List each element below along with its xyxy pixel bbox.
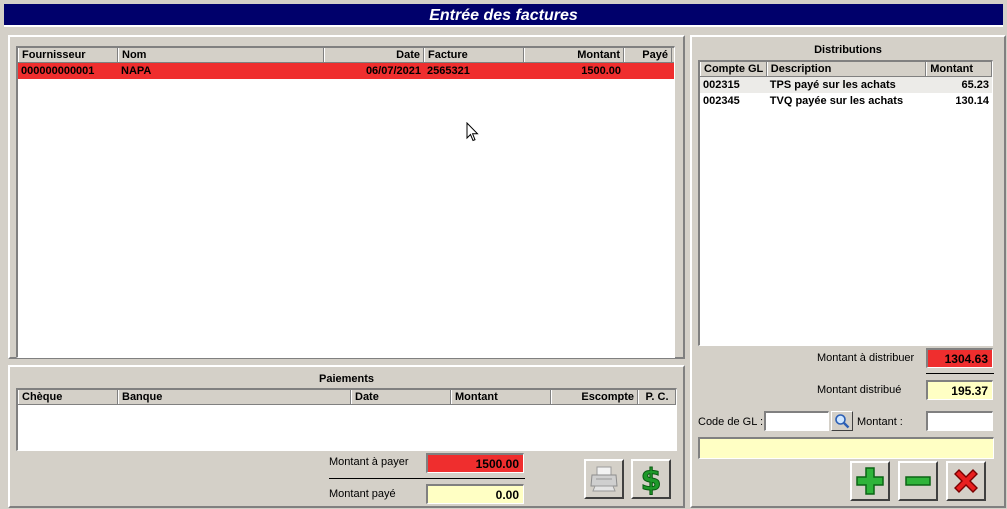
payments-divider [329,478,525,479]
col-cheque[interactable]: Chèque [18,390,118,404]
add-button[interactable] [850,461,890,501]
montant-a-distribuer-field: 1304.63 [926,348,993,368]
search-gl-button[interactable] [831,411,853,431]
distributions-grid[interactable]: Compte GL Description Montant 002315 TPS… [698,60,993,346]
invoices-grid[interactable]: Fournisseur Nom Date Facture Montant Pay… [16,46,675,358]
cell-nom: NAPA [121,65,152,77]
cell-compte: 002315 [703,79,740,91]
cell-fournisseur: 000000000001 [21,65,95,77]
montant-a-payer-label: Montant à payer [329,456,409,468]
col-facture[interactable]: Facture [424,48,524,62]
printer-icon [590,466,618,492]
add-icon [856,467,884,495]
montant-paye-label: Montant payé [329,488,396,500]
remove-button[interactable] [898,461,938,501]
col-nom[interactable]: Nom [118,48,324,62]
montant-a-distribuer-label: Montant à distribuer [817,352,915,364]
description-field[interactable] [698,437,994,459]
distributions-divider [926,373,994,374]
col-montant[interactable]: Montant [926,62,992,76]
table-row[interactable]: 002345 TVQ payée sur les achats 130.14 [700,93,992,109]
invoices-grid-header: Fournisseur Nom Date Facture Montant Pay… [18,48,674,63]
cell-facture: 2565321 [427,65,470,77]
cell-compte: 002345 [703,95,740,107]
col-date[interactable]: Date [324,48,424,62]
code-gl-label: Code de GL : [698,416,764,428]
col-montant[interactable]: Montant [451,390,551,404]
cell-montant: 130.14 [955,95,989,107]
montant-input[interactable] [926,411,993,431]
col-paye[interactable]: Payé [624,48,672,62]
cell-montant: 65.23 [961,79,989,91]
cell-description: TVQ payée sur les achats [769,95,904,107]
col-date[interactable]: Date [351,390,451,404]
delete-icon [954,469,978,493]
montant-a-payer-field: 1500.00 [426,453,524,473]
col-banque[interactable]: Banque [118,390,351,404]
payments-panel: Paiements Chèque Banque Date Montant Esc… [8,365,685,508]
distributions-grid-header: Compte GL Description Montant [700,62,992,77]
montant-distribue-label: Montant distribué [817,384,902,396]
invoices-panel: Fournisseur Nom Date Facture Montant Pay… [8,35,685,359]
cell-montant: 1500.00 [581,65,621,77]
cell-description: TPS payé sur les achats [769,79,896,91]
delete-button[interactable] [946,461,986,501]
payments-title: Paiements [318,373,375,385]
code-gl-input[interactable] [764,411,829,431]
col-pc[interactable]: P. C. [638,390,676,404]
col-description[interactable]: Description [766,62,927,76]
search-icon [835,414,850,429]
distributions-title: Distributions [814,44,882,56]
cursor-icon [466,122,479,142]
table-row[interactable]: 000000000001 NAPA 06/07/2021 2565321 150… [18,63,674,79]
col-escompte[interactable]: Escompte [551,390,638,404]
pay-button[interactable]: $ [631,459,671,499]
cell-date: 06/07/2021 [365,65,421,77]
payments-grid[interactable]: Chèque Banque Date Montant Escompte P. C… [16,388,677,451]
dollar-icon: $ [640,463,662,495]
montant-paye-field[interactable]: 0.00 [426,484,524,504]
col-montant[interactable]: Montant [524,48,624,62]
table-row[interactable]: 002315 TPS payé sur les achats 65.23 [700,77,992,93]
cell-paye [624,63,672,79]
svg-text:$: $ [641,463,662,495]
montant-distribue-field: 195.37 [926,380,993,400]
distributions-panel: Distributions Compte GL Description Mont… [690,35,1006,508]
montant-label: Montant : [857,416,903,428]
payments-grid-header: Chèque Banque Date Montant Escompte P. C… [18,390,676,405]
col-fournisseur[interactable]: Fournisseur [18,48,118,62]
remove-icon [905,476,931,486]
print-button[interactable] [584,459,624,499]
window-title: Entrée des factures [4,4,1003,27]
col-compte-gl[interactable]: Compte GL [700,62,767,76]
